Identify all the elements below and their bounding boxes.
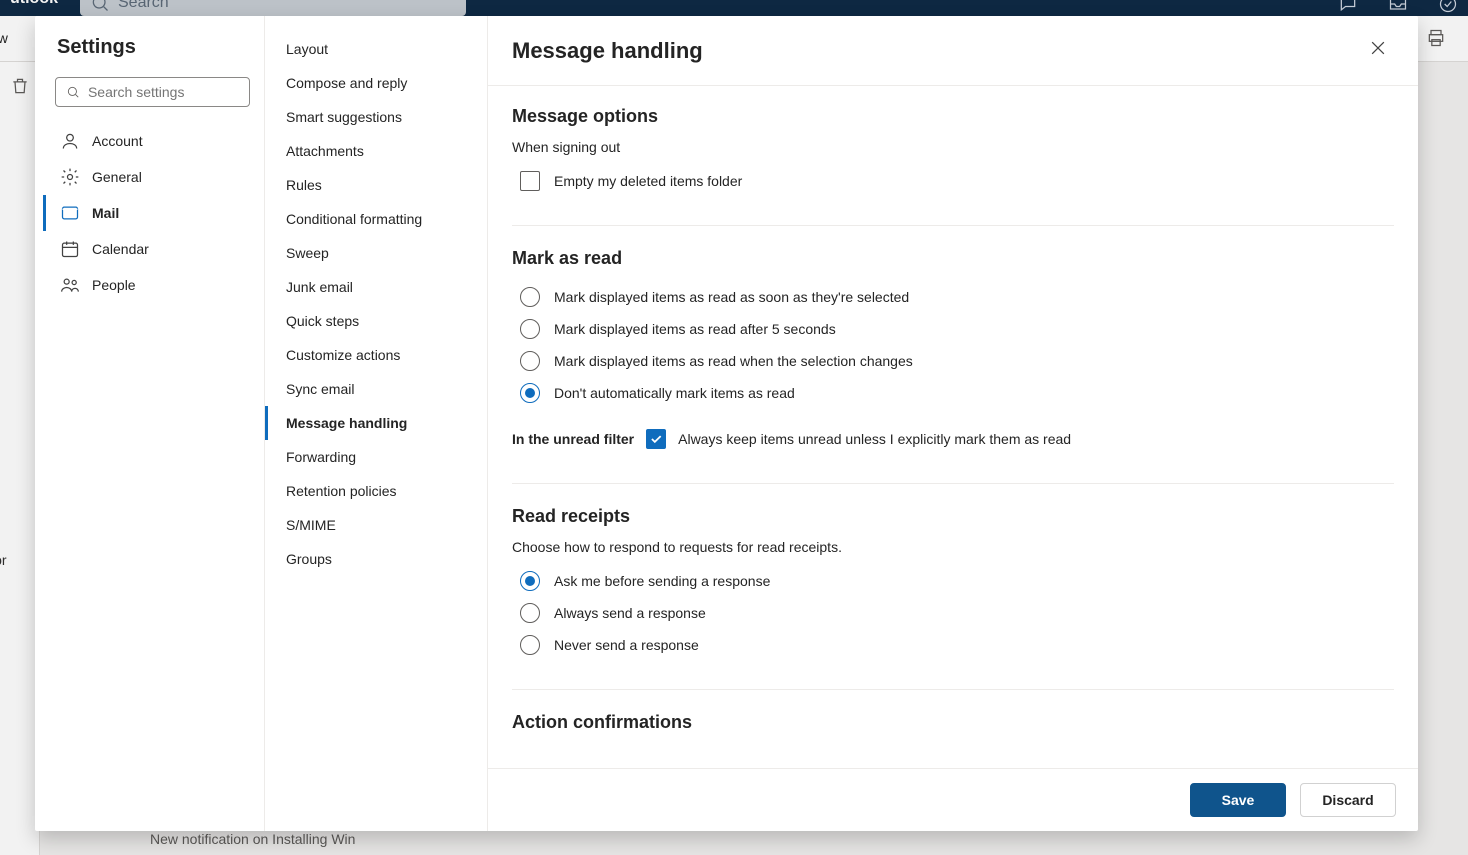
receipt-option[interactable]: Always send a response (512, 597, 1394, 629)
mark-read-option[interactable]: Mark displayed items as read when the se… (512, 345, 1394, 377)
people-icon (60, 275, 80, 295)
radio-button[interactable] (520, 351, 540, 371)
mark-read-option[interactable]: Don't automatically mark items as read (512, 377, 1394, 409)
subnav-item[interactable]: Customize actions (265, 338, 487, 372)
section-subhead: Choose how to respond to requests for re… (512, 539, 1394, 555)
radio-button[interactable] (520, 571, 540, 591)
radio-label: Never send a response (554, 637, 699, 653)
radio-label: Mark displayed items as read as soon as … (554, 289, 909, 305)
radio-button[interactable] (520, 383, 540, 403)
subnav-item[interactable]: Quick steps (265, 304, 487, 338)
settings-modal: Settings Account General Mail Calendar (35, 16, 1418, 831)
radio-label: Mark displayed items as read after 5 sec… (554, 321, 836, 337)
unread-filter-check-label: Always keep items unread unless I explic… (678, 431, 1071, 447)
settings-title: Settings (57, 36, 250, 59)
subnav-list: LayoutCompose and replySmart suggestions… (265, 32, 487, 576)
section-heading: Action confirmations (512, 712, 1394, 733)
subnav-item[interactable]: S/MIME (265, 508, 487, 542)
unread-filter-label: In the unread filter (512, 431, 634, 447)
radio-label: Ask me before sending a response (554, 573, 770, 589)
settings-nav-list: Account General Mail Calendar People (55, 123, 250, 303)
close-icon (1368, 38, 1388, 58)
radio-label: Always send a response (554, 605, 706, 621)
content-header: Message handling (488, 16, 1418, 86)
subnav-item[interactable]: Forwarding (265, 440, 487, 474)
empty-deleted-row[interactable]: Empty my deleted items folder (512, 165, 1394, 197)
unread-filter-row: In the unread filter Always keep items u… (512, 423, 1394, 455)
subnav-item[interactable]: Attachments (265, 134, 487, 168)
nav-label: General (92, 169, 142, 185)
mail-icon (60, 203, 80, 223)
radio-button[interactable] (520, 319, 540, 339)
mark-read-option[interactable]: Mark displayed items as read after 5 sec… (512, 313, 1394, 345)
content-body[interactable]: Message options When signing out Empty m… (488, 86, 1418, 768)
subnav-item[interactable]: Junk email (265, 270, 487, 304)
empty-deleted-checkbox[interactable] (520, 171, 540, 191)
save-button[interactable]: Save (1190, 783, 1286, 817)
nav-calendar[interactable]: Calendar (43, 231, 250, 267)
search-icon (66, 84, 80, 100)
radio-button[interactable] (520, 287, 540, 307)
close-button[interactable] (1364, 34, 1392, 67)
nav-account[interactable]: Account (43, 123, 250, 159)
radio-button[interactable] (520, 603, 540, 623)
subnav-item[interactable]: Conditional formatting (265, 202, 487, 236)
discard-button[interactable]: Discard (1300, 783, 1396, 817)
subnav-item[interactable]: Layout (265, 32, 487, 66)
nav-label: People (92, 277, 136, 293)
nav-label: Mail (92, 205, 119, 221)
gear-icon (60, 167, 80, 187)
section-heading: Message options (512, 106, 1394, 127)
section-message-options: Message options When signing out Empty m… (512, 106, 1394, 226)
subnav-item[interactable]: Sync email (265, 372, 487, 406)
settings-content: Message handling Message options When si… (488, 16, 1418, 831)
search-settings[interactable] (55, 77, 250, 107)
person-icon (60, 131, 80, 151)
nav-general[interactable]: General (43, 159, 250, 195)
settings-nav-secondary: LayoutCompose and replySmart suggestions… (265, 16, 488, 831)
receipt-option[interactable]: Never send a response (512, 629, 1394, 661)
receipt-option[interactable]: Ask me before sending a response (512, 565, 1394, 597)
nav-label: Calendar (92, 241, 149, 257)
nav-people[interactable]: People (43, 267, 250, 303)
unread-filter-checkbox[interactable] (646, 429, 666, 449)
section-heading: Read receipts (512, 506, 1394, 527)
section-read-receipts: Read receipts Choose how to respond to r… (512, 506, 1394, 690)
checkbox-label: Empty my deleted items folder (554, 173, 742, 189)
settings-nav-primary: Settings Account General Mail Calendar (35, 16, 265, 831)
subnav-item[interactable]: Sweep (265, 236, 487, 270)
content-footer: Save Discard (488, 768, 1418, 831)
radio-label: Mark displayed items as read when the se… (554, 353, 913, 369)
section-mark-read: Mark as read Mark displayed items as rea… (512, 248, 1394, 484)
subnav-item[interactable]: Retention policies (265, 474, 487, 508)
search-settings-input[interactable] (88, 84, 239, 100)
nav-mail[interactable]: Mail (43, 195, 250, 231)
subnav-item[interactable]: Message handling (265, 406, 487, 440)
page-title: Message handling (512, 38, 703, 64)
subnav-item[interactable]: Rules (265, 168, 487, 202)
section-heading: Mark as read (512, 248, 1394, 269)
radio-label: Don't automatically mark items as read (554, 385, 795, 401)
subnav-item[interactable]: Groups (265, 542, 487, 576)
section-action-confirmations: Action confirmations (512, 712, 1394, 768)
subnav-item[interactable]: Smart suggestions (265, 100, 487, 134)
mark-read-option[interactable]: Mark displayed items as read as soon as … (512, 281, 1394, 313)
nav-label: Account (92, 133, 143, 149)
calendar-icon (60, 239, 80, 259)
check-icon (649, 432, 663, 446)
subnav-item[interactable]: Compose and reply (265, 66, 487, 100)
section-subhead: When signing out (512, 139, 1394, 155)
radio-button[interactable] (520, 635, 540, 655)
